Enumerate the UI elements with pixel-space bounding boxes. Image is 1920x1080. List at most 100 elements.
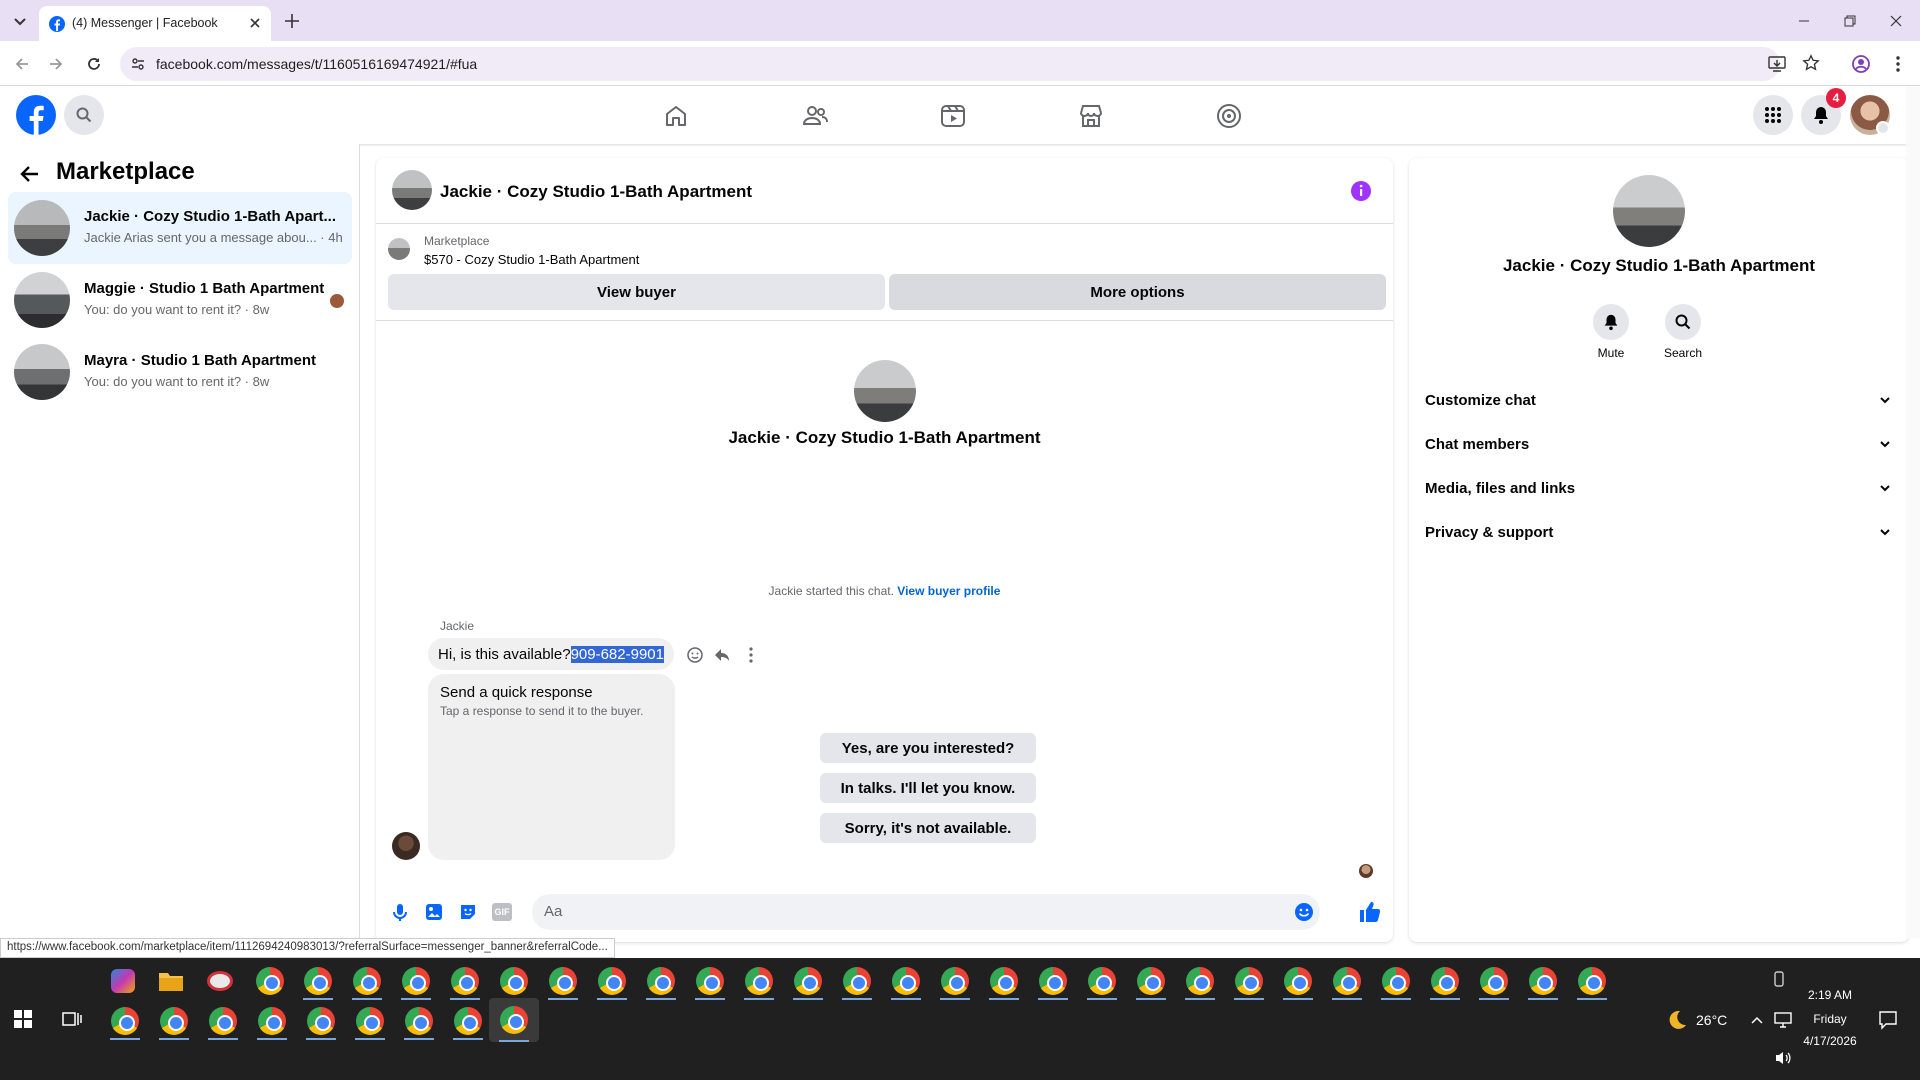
chrome-profile-icon[interactable] xyxy=(838,962,876,1000)
emoji-icon[interactable] xyxy=(1294,902,1314,922)
close-window-icon[interactable] xyxy=(1873,0,1919,41)
bookmark-star-icon[interactable] xyxy=(1802,54,1820,72)
chrome-profile-icon[interactable] xyxy=(936,962,974,1000)
chrome-profile-icon[interactable] xyxy=(400,1002,438,1040)
browser-tab[interactable]: (4) Messenger | Facebook xyxy=(39,6,271,41)
chrome-profile-icon[interactable] xyxy=(348,962,386,1000)
minimize-icon[interactable] xyxy=(1781,0,1827,41)
microphone-icon[interactable] xyxy=(390,902,410,922)
chrome-profile-icon[interactable] xyxy=(544,962,582,1000)
menu-grid-button[interactable] xyxy=(1753,95,1793,135)
chrome-profile-icon[interactable] xyxy=(1132,962,1170,1000)
chrome-profile-icon[interactable] xyxy=(691,962,729,1000)
marketplace-nav-icon[interactable] xyxy=(1071,96,1111,136)
menu-kebab-icon[interactable] xyxy=(1888,54,1908,74)
video-nav-icon[interactable] xyxy=(933,96,973,136)
close-tab-icon[interactable] xyxy=(247,15,263,31)
chrome-icon[interactable] xyxy=(251,962,289,1000)
more-actions-icon[interactable] xyxy=(742,646,760,664)
chrome-profile-icon[interactable] xyxy=(495,962,533,1000)
tab-list-icon[interactable] xyxy=(10,11,30,31)
chat-members-section[interactable]: Chat members xyxy=(1425,426,1891,462)
install-app-icon[interactable] xyxy=(1768,55,1786,73)
chrome-profile-icon[interactable] xyxy=(155,1002,193,1040)
chrome-profile-icon[interactable] xyxy=(204,1002,242,1040)
copilot-icon[interactable] xyxy=(104,962,142,1000)
media-files-links-section[interactable]: Media, files and links xyxy=(1425,470,1891,506)
photo-icon[interactable] xyxy=(424,902,444,922)
quick-response-yes[interactable]: Yes, are you interested? xyxy=(820,733,1036,763)
search-in-chat-button[interactable] xyxy=(1665,304,1701,340)
reply-icon[interactable] xyxy=(713,646,731,664)
notification-center-icon[interactable] xyxy=(1878,1010,1898,1030)
view-buyer-profile-link[interactable]: View buyer profile xyxy=(897,584,1000,598)
chrome-profile-icon[interactable] xyxy=(1034,962,1072,1000)
chrome-profile-icon[interactable] xyxy=(1181,962,1219,1000)
chrome-profile-icon[interactable] xyxy=(789,962,827,1000)
info-icon[interactable] xyxy=(1350,180,1372,202)
windows-start-icon[interactable] xyxy=(14,1010,32,1028)
network-icon[interactable] xyxy=(1774,1012,1792,1028)
details-avatar[interactable] xyxy=(1613,175,1685,247)
chrome-profile-icon[interactable] xyxy=(351,1002,389,1040)
chrome-profile-icon[interactable] xyxy=(449,1002,487,1040)
home-nav-icon[interactable] xyxy=(656,96,696,136)
task-view-icon[interactable] xyxy=(62,1010,82,1028)
view-buyer-button[interactable]: View buyer xyxy=(388,274,885,310)
reload-icon[interactable] xyxy=(84,54,104,74)
clock-date[interactable]: 4/17/2026 xyxy=(1796,1034,1864,1048)
chrome-profile-icon[interactable] xyxy=(1279,962,1317,1000)
chrome-profile-icon[interactable] xyxy=(1083,962,1121,1000)
back-icon[interactable] xyxy=(12,54,32,74)
profile-avatar[interactable] xyxy=(854,360,916,422)
privacy-support-section[interactable]: Privacy & support xyxy=(1425,514,1891,550)
conversation-item[interactable]: Maggie · Studio 1 Bath Apartment You: do… xyxy=(8,264,352,336)
forward-icon[interactable] xyxy=(46,54,66,74)
conversation-item[interactable]: Mayra · Studio 1 Bath Apartment You: do … xyxy=(8,336,352,408)
file-explorer-icon[interactable] xyxy=(152,962,190,1000)
new-tab-icon[interactable] xyxy=(282,11,302,31)
message-bubble[interactable]: Hi, is this available? 909-682-9901 xyxy=(428,638,674,670)
chrome-profile-icon[interactable] xyxy=(1230,962,1268,1000)
chrome-profile-icon[interactable] xyxy=(985,962,1023,1000)
chevron-down-icon[interactable] xyxy=(1876,121,1890,135)
facebook-logo-icon[interactable] xyxy=(16,95,56,135)
message-input[interactable]: Aa xyxy=(532,894,1320,930)
chrome-profile-icon[interactable] xyxy=(593,962,631,1000)
gif-icon[interactable]: GIF xyxy=(492,903,512,921)
react-icon[interactable] xyxy=(686,646,704,664)
chat-title[interactable]: Jackie · Cozy Studio 1-Bath Apartment xyxy=(440,182,752,202)
clock-day[interactable]: Friday xyxy=(1800,1012,1860,1026)
chrome-active-window-icon[interactable] xyxy=(489,998,539,1042)
restore-icon[interactable] xyxy=(1827,0,1873,41)
chrome-profile-icon[interactable] xyxy=(642,962,680,1000)
clock-time[interactable]: 2:19 AM xyxy=(1800,988,1860,1002)
address-bar[interactable]: facebook.com/messages/t/1160516169474921… xyxy=(120,47,1786,81)
chrome-profile-icon[interactable] xyxy=(446,962,484,1000)
back-arrow-icon[interactable] xyxy=(18,162,42,186)
chrome-profile-icon[interactable] xyxy=(1524,962,1562,1000)
pen-menu-icon[interactable] xyxy=(1772,970,1786,988)
site-info-icon[interactable] xyxy=(130,56,146,72)
mute-button[interactable] xyxy=(1593,304,1629,340)
quick-response-not-available[interactable]: Sorry, it's not available. xyxy=(820,813,1036,843)
chrome-profile-icon[interactable] xyxy=(1377,962,1415,1000)
chevron-up-icon[interactable] xyxy=(1750,1013,1764,1027)
sender-avatar[interactable] xyxy=(392,832,420,860)
paint-icon[interactable] xyxy=(201,962,239,1000)
chat-avatar[interactable] xyxy=(392,170,432,210)
weather-temperature[interactable]: 26°C xyxy=(1696,1012,1727,1028)
chrome-profile-icon[interactable] xyxy=(1328,962,1366,1000)
volume-icon[interactable] xyxy=(1774,1050,1792,1066)
chrome-profile-icon[interactable] xyxy=(299,962,337,1000)
page-scrollbar[interactable] xyxy=(1906,86,1920,938)
chrome-profile-icon[interactable] xyxy=(397,962,435,1000)
chrome-profile-icon[interactable] xyxy=(1475,962,1513,1000)
listing-price-title[interactable]: $570 - Cozy Studio 1-Bath Apartment xyxy=(424,252,639,267)
chrome-profile-icon[interactable] xyxy=(1426,962,1464,1000)
chrome-profile-icon[interactable] xyxy=(106,1002,144,1040)
friends-nav-icon[interactable] xyxy=(795,96,835,136)
facebook-search-button[interactable] xyxy=(64,95,104,135)
chrome-profile-icon[interactable] xyxy=(302,1002,340,1040)
customize-chat-section[interactable]: Customize chat xyxy=(1425,382,1891,418)
